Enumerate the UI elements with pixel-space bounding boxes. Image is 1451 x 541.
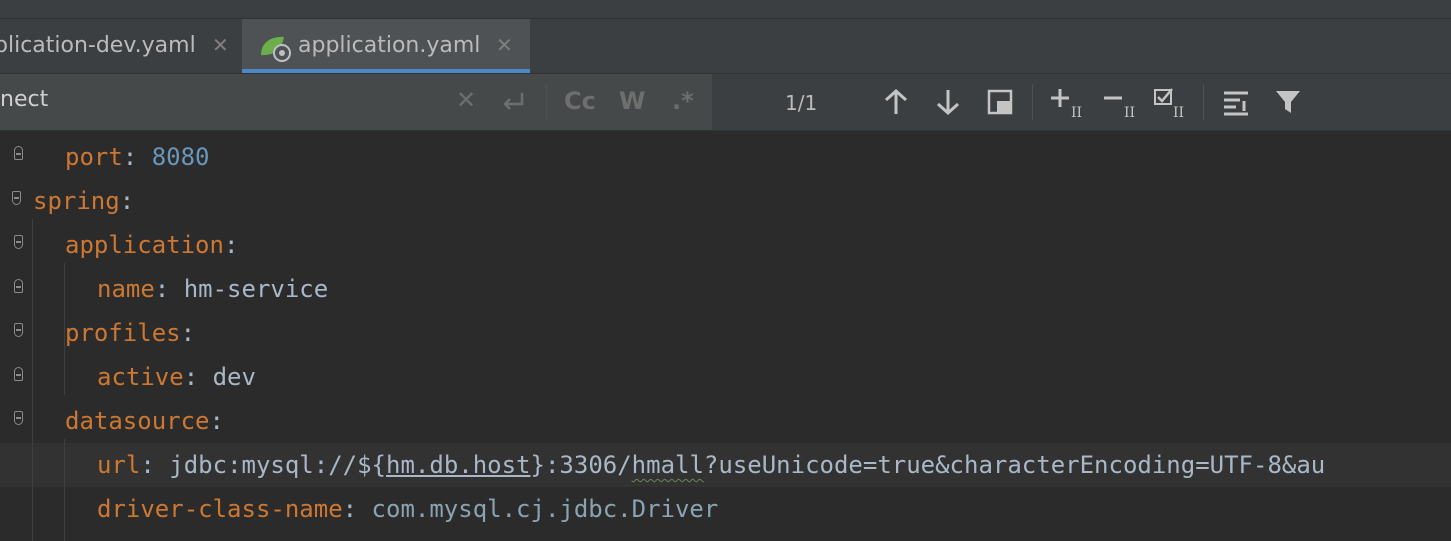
code-line: name: hm-service [97, 275, 329, 303]
svg-text:II: II [1173, 105, 1184, 119]
arrow-down-icon[interactable] [935, 88, 961, 116]
separator [546, 84, 547, 120]
fold-start-icon[interactable] [12, 191, 21, 205]
yaml-value: jdbc:mysql://${ [169, 451, 387, 479]
search-query[interactable]: nect [0, 87, 48, 112]
code-line: url: jdbc:mysql://${hm.db.host}:3306/hma… [97, 451, 1326, 479]
funnel-icon[interactable] [1274, 89, 1302, 115]
add-selection-icon[interactable]: II [1049, 87, 1085, 119]
yaml-key: profiles [65, 319, 181, 347]
search-input[interactable]: nect ✕ Cc W .* [0, 74, 712, 130]
fold-start-icon[interactable] [14, 323, 23, 337]
fold-start-icon[interactable] [14, 411, 23, 425]
code-line: application: [65, 231, 239, 259]
close-icon[interactable]: ✕ [456, 86, 476, 114]
active-tab-indicator [242, 69, 530, 73]
typo-highlight: hmall [631, 451, 704, 479]
code-editor[interactable]: port: 8080 spring: application: name: hm… [0, 131, 1451, 541]
yaml-key: active [97, 363, 184, 391]
code-line: datasource: [65, 407, 224, 435]
yaml-key: application [65, 231, 224, 259]
spring-leaf-icon [261, 36, 291, 62]
yaml-value: 8080 [151, 143, 210, 171]
svg-text:II: II [1124, 105, 1135, 119]
tab-application-yaml[interactable]: application.yaml ✕ [242, 19, 530, 73]
remove-selection-icon[interactable]: II [1102, 87, 1138, 119]
yaml-key: driver-class-name [97, 495, 343, 523]
yaml-value: }:3306/ [530, 451, 632, 479]
fold-end-icon[interactable] [14, 279, 23, 293]
yaml-value: dev [212, 363, 256, 391]
yaml-key: spring [33, 187, 120, 215]
close-icon[interactable]: ✕ [496, 33, 513, 57]
code-line: active: dev [97, 363, 256, 391]
fold-end-icon[interactable] [14, 367, 23, 381]
yaml-key: datasource [65, 407, 210, 435]
separator [1203, 84, 1204, 120]
match-case-toggle[interactable]: Cc [564, 87, 596, 115]
code-line: driver-class-name: com.mysql.cj.jdbc.Dri… [97, 495, 719, 523]
yaml-value: hm-service [183, 275, 329, 303]
breadcrumb [0, 0, 1451, 19]
yaml-key: port [65, 143, 123, 171]
fold-start-icon[interactable] [14, 235, 23, 249]
regex-toggle[interactable]: .* [672, 87, 694, 115]
tab-label: application.yaml [298, 33, 481, 58]
arrow-up-icon[interactable] [883, 88, 909, 116]
return-icon[interactable] [500, 90, 526, 114]
close-icon[interactable]: ✕ [212, 33, 229, 57]
indent-guide [32, 219, 33, 541]
select-occurrences-icon[interactable] [987, 89, 1013, 115]
yaml-key: url [97, 451, 141, 479]
code-line: spring: [33, 187, 135, 215]
match-count: 1/1 [785, 91, 818, 115]
yaml-key: name [97, 275, 155, 303]
property-reference-link[interactable]: hm.db.host [386, 451, 531, 479]
indent-guide [64, 439, 65, 541]
code-line: profiles: [65, 319, 196, 347]
find-toolbar: nect ✕ Cc W .* 1/1 II II II [0, 74, 1451, 131]
editor-tab-bar: plication-dev.yaml ✕ application.yaml ✕ [0, 19, 1451, 74]
code-line: port: 8080 [65, 143, 210, 171]
yaml-value: ?useUnicode=true&characterEncoding=UTF-8… [703, 451, 1326, 479]
whole-words-toggle[interactable]: W [619, 87, 645, 115]
checked-selection-icon[interactable]: II [1153, 87, 1189, 119]
separator [1032, 84, 1033, 120]
yaml-value: com.mysql.cj.jdbc.Driver [371, 495, 719, 523]
svg-text:II: II [1071, 105, 1082, 119]
fold-end-icon[interactable] [14, 146, 23, 160]
tab-label: plication-dev.yaml [0, 33, 196, 58]
tab-application-dev-yaml[interactable]: plication-dev.yaml ✕ [0, 19, 242, 73]
filter-list-icon[interactable] [1222, 89, 1252, 117]
